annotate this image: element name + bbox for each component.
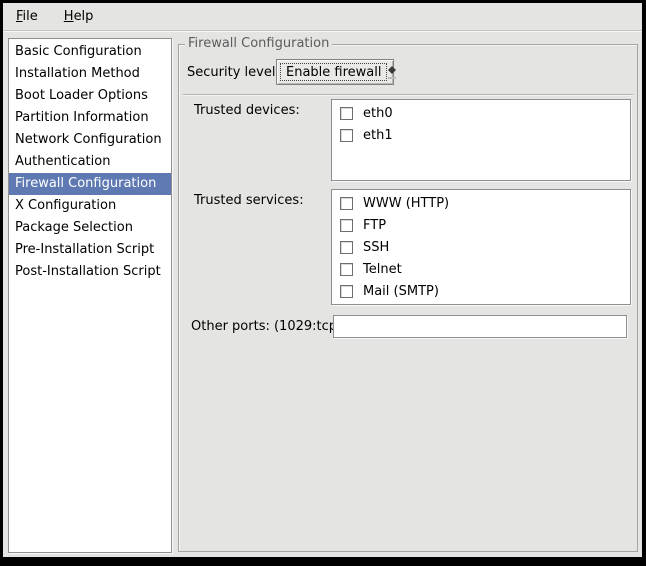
sidebar-item-label: Installation Method [15,66,140,81]
sidebar-item[interactable]: Post-Installation Script [9,261,171,283]
sidebar-item[interactable]: Authentication [9,151,171,173]
trusted-devices-list[interactable]: eth0 eth1 [331,99,631,181]
menu-file[interactable]: File [8,5,46,28]
device-checkbox[interactable] [340,107,353,120]
service-row: SSH [332,236,630,258]
sidebar-item-label: Post-Installation Script [15,264,161,279]
security-level-dropdown[interactable]: Enable firewall [276,59,394,85]
service-label: SSH [363,240,389,255]
service-row: WWW (HTTP) [332,192,630,214]
device-label: eth0 [363,106,393,121]
service-checkbox[interactable] [340,263,353,276]
frame-title: Firewall Configuration [185,36,332,51]
security-level-value: Enable firewall [280,63,387,81]
sidebar-item-label: X Configuration [15,198,116,213]
sidebar-item-label: Firewall Configuration [15,176,156,191]
device-label: eth1 [363,128,393,143]
sidebar-item-label: Authentication [15,154,110,169]
service-label: WWW (HTTP) [363,196,449,211]
device-row: eth0 [332,102,630,124]
horizontal-separator [183,94,633,95]
other-ports-label: Other ports: (1029:tcp) [191,319,342,334]
service-checkbox[interactable] [340,197,353,210]
device-checkbox[interactable] [340,129,353,142]
sidebar-item-label: Boot Loader Options [15,88,148,103]
trusted-services-label: Trusted services: [194,193,304,208]
device-row: eth1 [332,124,630,146]
dropdown-updown-arrow-icon [388,60,396,84]
sidebar-item[interactable]: Installation Method [9,63,171,85]
sidebar-item-label: Pre-Installation Script [15,242,154,257]
service-row: Telnet [332,258,630,280]
service-row: Mail (SMTP) [332,280,630,302]
sidebar-item-label: Basic Configuration [15,44,142,59]
menu-help[interactable]: Help [56,5,102,28]
trusted-services-list[interactable]: WWW (HTTP) FTP SSH Telnet [331,189,631,305]
service-checkbox[interactable] [340,241,353,254]
service-checkbox[interactable] [340,285,353,298]
sidebar-item-label: Partition Information [15,110,149,125]
sidebar-item[interactable]: Partition Information [9,107,171,129]
sidebar-item[interactable]: Package Selection [9,217,171,239]
service-label: Mail (SMTP) [363,284,439,299]
sidebar-item[interactable]: Network Configuration [9,129,171,151]
service-label: FTP [363,218,386,233]
firewall-configuration-frame: Firewall Configuration Security level: E… [178,44,638,552]
sidebar-item[interactable]: X Configuration [9,195,171,217]
service-row: FTP [332,214,630,236]
menubar: File Help [3,3,642,31]
sidebar-item-label: Network Configuration [15,132,162,147]
service-label: Telnet [363,262,402,277]
sidebar-item[interactable]: Firewall Configuration [9,173,171,195]
kickstart-configurator-window: File Help Basic Configuration Installati… [3,3,642,557]
section-list[interactable]: Basic Configuration Installation Method … [8,38,172,553]
other-ports-input[interactable] [333,315,627,338]
sidebar-item[interactable]: Boot Loader Options [9,85,171,107]
security-level-label: Security level: [187,65,280,80]
sidebar-item-label: Package Selection [15,220,133,235]
sidebar-item[interactable]: Pre-Installation Script [9,239,171,261]
sidebar-item[interactable]: Basic Configuration [9,41,171,63]
trusted-devices-label: Trusted devices: [194,103,300,118]
service-checkbox[interactable] [340,219,353,232]
